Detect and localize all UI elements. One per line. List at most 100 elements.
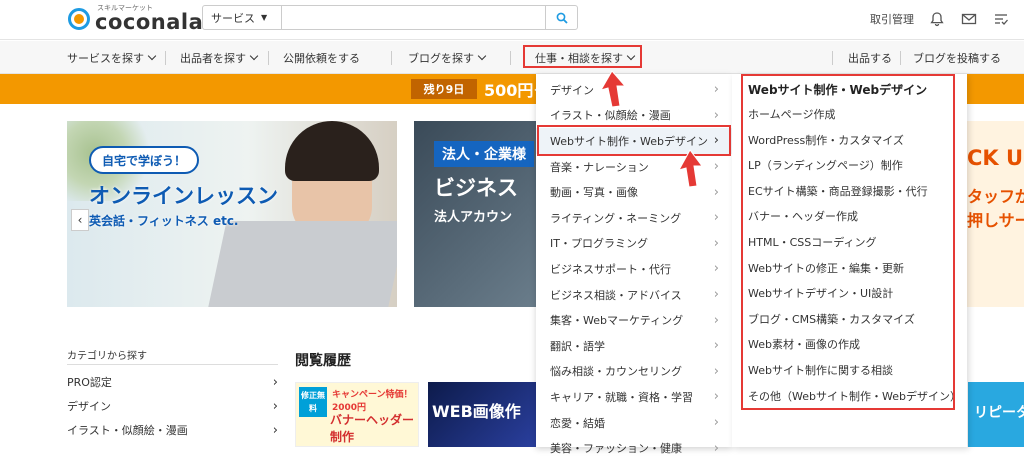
thumbnail-title: リピータ xyxy=(974,405,1024,421)
days-left-badge: 残り9日 xyxy=(411,79,477,99)
hero-title: オンラインレッスン xyxy=(89,184,278,208)
nav-divider xyxy=(832,51,833,65)
menu-item-it[interactable]: IT・プログラミング › xyxy=(536,231,732,257)
menu-item-label: 翻訳・語学 xyxy=(550,339,605,353)
nav-divider xyxy=(268,51,269,65)
logo-wordmark: coconala xyxy=(95,10,204,34)
nav-post-blog[interactable]: ブログを投稿する xyxy=(913,41,1001,74)
nav-sell[interactable]: 出品する xyxy=(848,41,892,74)
search-category-select[interactable]: サービス ▼ xyxy=(203,6,282,29)
chevron-right-icon: › xyxy=(713,287,719,303)
chevron-right-icon: › xyxy=(713,440,719,456)
nav-find-sellers[interactable]: 出品者を探す xyxy=(180,41,259,74)
menu-item-translation[interactable]: 翻訳・語学 › xyxy=(536,333,732,359)
menu-item-career[interactable]: キャリア・就職・資格・学習 › xyxy=(536,384,732,410)
nav-label: 出品する xyxy=(848,51,892,65)
chevron-right-icon: › xyxy=(713,389,719,405)
chevron-right-icon: › xyxy=(713,363,719,379)
menu-item-business-support[interactable]: ビジネスサポート・代行 › xyxy=(536,256,732,282)
sidebar-item-pro[interactable]: PRO認定 › xyxy=(67,371,278,393)
chevron-right-icon: › xyxy=(713,312,719,328)
menu-item-business-advice[interactable]: ビジネス相談・アドバイス › xyxy=(536,282,732,308)
chevron-right-icon: › xyxy=(713,235,719,251)
history-thumbnail[interactable]: WEB画像作 xyxy=(428,382,536,447)
nav-post-request[interactable]: 公開依頼をする xyxy=(283,41,360,74)
transaction-management-link[interactable]: 取引管理 xyxy=(870,11,914,27)
menu-item-counseling[interactable]: 悩み相談・カウンセリング › xyxy=(536,359,732,385)
thumbnail-title: バナーヘッダー制作 xyxy=(330,413,415,444)
menu-item-label: ビジネス相談・アドバイス xyxy=(550,288,682,302)
menu-item-love[interactable]: 恋愛・結婚 › xyxy=(536,410,732,436)
global-nav: サービスを探す 出品者を探す 公開依頼をする ブログを探す 仕事・相談を探す 出… xyxy=(0,41,1024,74)
nav-label: ブログを探す xyxy=(408,51,474,65)
nav-divider xyxy=(900,51,901,65)
chevron-right-icon: › xyxy=(713,82,719,98)
menu-item-label: IT・プログラミング xyxy=(550,237,648,251)
menu-item-label: 動画・写真・画像 xyxy=(550,186,638,200)
carousel-prev-button[interactable]: ‹ xyxy=(71,209,89,231)
menu-item-label: ビジネスサポート・代行 xyxy=(550,262,671,276)
chevron-down-icon xyxy=(477,51,487,60)
menu-item-video[interactable]: 動画・写真・画像 › xyxy=(536,179,732,205)
laptop-image xyxy=(207,221,397,307)
chevron-left-icon: ‹ xyxy=(77,213,83,227)
menu-item-label: デザイン xyxy=(550,83,594,97)
logo-icon xyxy=(68,8,90,30)
sidebar-item-design[interactable]: デザイン › xyxy=(67,395,278,417)
free-revision-ribbon: 修正無料 xyxy=(299,387,327,417)
nav-find-blogs[interactable]: ブログを探す xyxy=(408,41,487,74)
bell-icon[interactable] xyxy=(928,10,946,28)
nav-label: ブログを投稿する xyxy=(913,51,1001,65)
thumbnail-campaign-text: キャンペーン特価！2000円 xyxy=(332,390,413,413)
sidebar-item-label: PRO認定 xyxy=(67,376,112,389)
header-actions: 取引管理 xyxy=(870,10,1010,28)
search-button[interactable] xyxy=(545,6,577,29)
chevron-right-icon: › xyxy=(713,184,719,200)
chevron-down-icon xyxy=(249,51,259,60)
mail-icon[interactable] xyxy=(960,10,978,28)
chevron-right-icon: › xyxy=(713,159,719,175)
search-category-value: サービス xyxy=(211,11,255,25)
site-header: スキルマーケット coconala サービス ▼ 取引管理 xyxy=(0,0,1024,40)
menu-item-label: 美容・ファッション・健康 xyxy=(550,442,682,456)
menu-item-beauty[interactable]: 美容・ファッション・健康 › xyxy=(536,435,732,461)
hero-pill-label: 自宅で学ぼう！ xyxy=(89,146,199,174)
sidebar-item-label: イラスト・似顔絵・漫画 xyxy=(67,424,188,437)
search-input[interactable] xyxy=(282,6,545,29)
highlight-box-nav xyxy=(523,45,642,68)
hero-right-text: 押しサー xyxy=(967,211,1024,230)
search-icon xyxy=(556,12,568,24)
coconala-logo[interactable]: スキルマーケット coconala xyxy=(68,4,203,34)
chevron-right-icon: › xyxy=(713,415,719,431)
checklist-icon[interactable] xyxy=(992,10,1010,28)
highlight-box-submenu xyxy=(741,74,955,410)
hero-right-text: タッフが xyxy=(967,187,1024,206)
nav-find-services[interactable]: サービスを探す xyxy=(67,41,157,74)
chevron-down-icon xyxy=(147,51,157,60)
sidebar-item-illustration[interactable]: イラスト・似顔絵・漫画 › xyxy=(67,419,278,441)
caret-down-icon: ▼ xyxy=(261,13,268,22)
hero-corporate-subtitle: 法人アカウン xyxy=(434,210,513,225)
menu-item-label: 恋愛・結婚 xyxy=(550,416,605,430)
menu-item-music[interactable]: 音楽・ナレーション › xyxy=(536,154,732,180)
hero-right-text: CK U xyxy=(967,146,1024,170)
menu-item-marketing[interactable]: 集客・Webマーケティング › xyxy=(536,307,732,333)
browsing-history-title: 閲覧履歴 xyxy=(295,353,351,369)
chevron-right-icon: › xyxy=(713,210,719,226)
chevron-right-icon: › xyxy=(713,261,719,277)
menu-item-design[interactable]: デザイン › xyxy=(536,77,732,103)
chevron-right-icon: › xyxy=(713,338,719,354)
history-thumbnail[interactable]: 修正無料 キャンペーン特価！2000円 バナーヘッダー制作 xyxy=(295,382,419,447)
history-thumbnail[interactable]: リピータ xyxy=(968,382,1024,447)
nav-label: 出品者を探す xyxy=(180,51,246,65)
category-sidebar-title: カテゴリから探す xyxy=(67,351,147,362)
thumbnail-title: WEB画像作 xyxy=(432,402,521,421)
menu-item-label: 悩み相談・カウンセリング xyxy=(550,365,682,379)
menu-item-label: 音楽・ナレーション xyxy=(550,160,649,174)
nav-label: 公開依頼をする xyxy=(283,51,360,65)
hero-slide-right[interactable]: CK U タッフが 押しサー xyxy=(957,121,1024,307)
nav-divider xyxy=(165,51,166,65)
menu-item-label: イラスト・似顔絵・漫画 xyxy=(550,109,671,123)
menu-item-writing[interactable]: ライティング・ネーミング › xyxy=(536,205,732,231)
chevron-right-icon: › xyxy=(272,422,278,438)
